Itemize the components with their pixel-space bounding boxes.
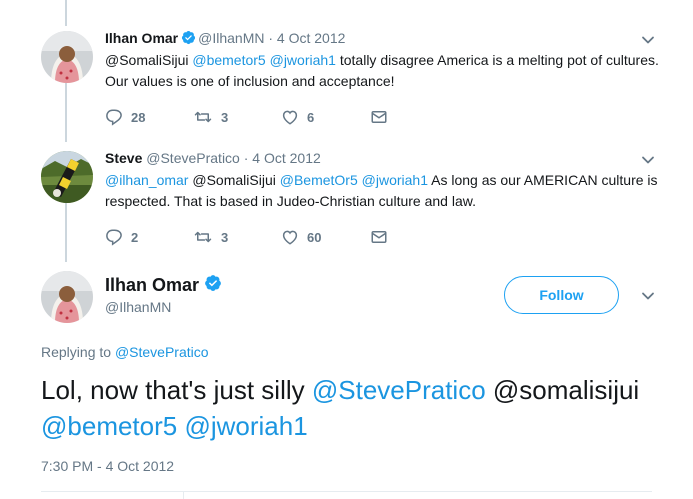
thread-line (65, 0, 67, 26)
chevron-down-icon[interactable] (641, 33, 655, 47)
heart-icon (282, 110, 298, 125)
like-button[interactable]: 6 (281, 108, 369, 126)
like-count: 6 (307, 109, 315, 125)
retweet-icon (194, 231, 212, 243)
thread-line (65, 82, 67, 142)
tweet-header: Ilhan Omar @IlhanMN · 4 Oct 2012 (105, 29, 345, 49)
mention-link[interactable]: @jworiah1 (184, 411, 307, 441)
dm-button[interactable] (369, 108, 457, 126)
handle[interactable]: @IlhanMN (105, 299, 171, 315)
avatar-image (41, 151, 93, 203)
reply-count: 2 (131, 229, 139, 245)
display-name[interactable]: Ilhan Omar (105, 275, 199, 295)
tweet-text: @SomaliSijui @bemetor5 @jworiah1 totally… (105, 50, 665, 92)
tweet-text: @ilhan_omar @SomaliSijui @BemetOr5 @jwor… (105, 170, 665, 212)
text-segment: @SomaliSijui (188, 172, 280, 188)
display-name[interactable]: Steve (105, 150, 142, 166)
replying-to: Replying to @StevePratico (41, 344, 209, 360)
retweet-button[interactable]: 3 (193, 108, 281, 126)
like-count: 60 (307, 229, 322, 245)
mention-link[interactable]: @BemetOr5 (280, 172, 358, 188)
reply-count: 28 (131, 109, 146, 125)
retweet-count: 3 (221, 109, 229, 125)
avatar[interactable] (41, 151, 93, 203)
tweet-date[interactable]: · 4 Oct 2012 (244, 150, 321, 166)
handle[interactable]: @IlhanMN (198, 30, 264, 46)
dm-button[interactable] (369, 228, 457, 246)
divider (183, 491, 184, 499)
envelope-icon (371, 111, 387, 123)
handle[interactable]: @StevePratico (146, 150, 240, 166)
follow-button[interactable]: Follow (504, 276, 619, 314)
avatar-image (41, 31, 93, 83)
tweet-actions: 2 3 60 (105, 227, 457, 247)
heart-icon (282, 230, 298, 245)
divider (41, 491, 652, 492)
retweet-button[interactable]: 3 (193, 228, 281, 246)
chevron-down-icon[interactable] (641, 289, 655, 303)
envelope-icon (371, 231, 387, 243)
mention-link[interactable]: @bemetor5 (192, 52, 265, 68)
verified-badge-icon (204, 274, 222, 297)
mention-link[interactable]: @jworiah1 (362, 172, 428, 188)
mention-link[interactable]: @ilhan_omar (105, 172, 188, 188)
mention-link[interactable]: @bemetor5 (41, 411, 177, 441)
reply-button[interactable]: 28 (105, 108, 193, 126)
main-display-name[interactable]: Ilhan Omar (105, 274, 224, 297)
tweet-date[interactable]: · 4 Oct 2012 (268, 30, 345, 46)
tweet-timestamp[interactable]: 7:30 PM - 4 Oct 2012 (41, 458, 174, 474)
chevron-down-icon[interactable] (641, 153, 655, 167)
retweet-count: 3 (221, 229, 229, 245)
avatar[interactable] (41, 31, 93, 83)
thread-line (65, 202, 67, 262)
display-name[interactable]: Ilhan Omar (105, 30, 178, 46)
tweet-actions: 28 3 6 (105, 107, 457, 127)
reply-icon (106, 229, 122, 246)
text-segment: @SomaliSijui (105, 52, 193, 68)
like-button[interactable]: 60 (281, 228, 369, 246)
avatar-image (41, 271, 93, 323)
main-tweet-text: Lol, now that's just silly @StevePratico… (41, 372, 661, 444)
reply-button[interactable]: 2 (105, 228, 193, 246)
verified-badge-icon (181, 30, 196, 49)
tweet-header: Steve @StevePratico · 4 Oct 2012 (105, 149, 321, 167)
text-segment: @somalisijui (485, 375, 640, 405)
like-count: 24 (314, 0, 328, 3)
text-segment: Lol, now that's just silly (41, 375, 312, 405)
reply-count: 2 (138, 0, 145, 3)
mention-link[interactable]: @StevePratico (312, 375, 486, 405)
replying-to-link[interactable]: @StevePratico (115, 344, 209, 360)
avatar[interactable] (41, 271, 93, 323)
replying-prefix: Replying to (41, 344, 115, 360)
retweet-icon (194, 111, 212, 123)
reply-icon (106, 109, 122, 126)
mention-link[interactable]: @jworiah1 (270, 52, 336, 68)
